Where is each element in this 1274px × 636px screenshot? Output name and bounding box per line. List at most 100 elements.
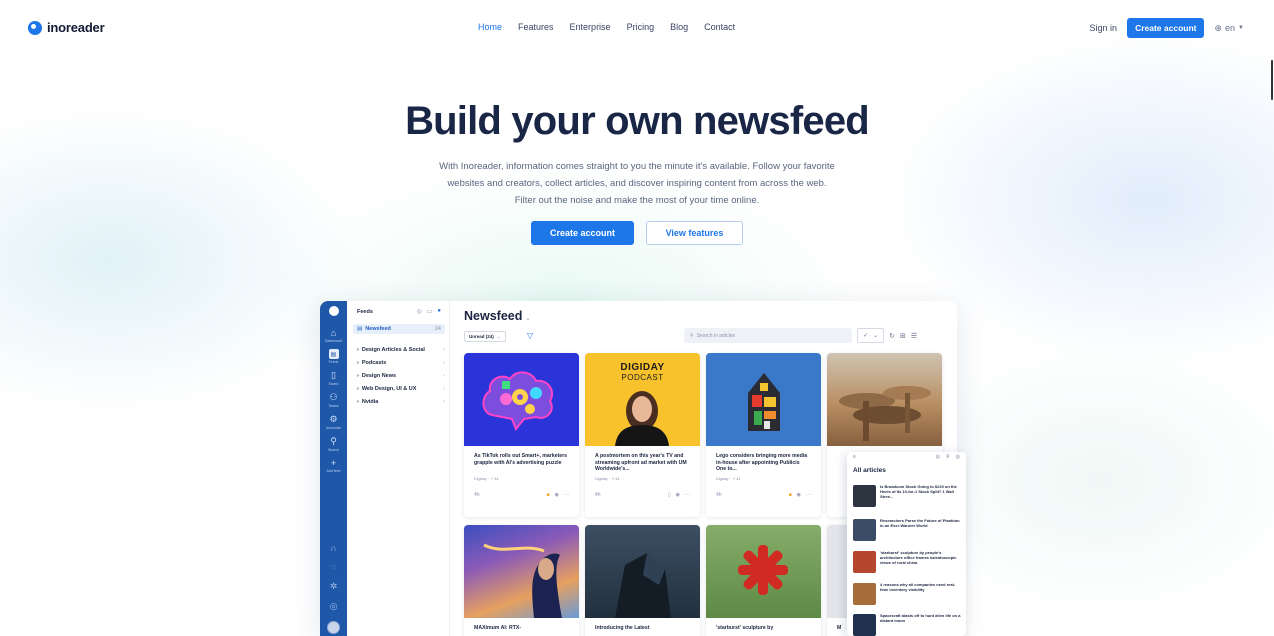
panel-icons: ◎ ⚲ ◎ xyxy=(936,454,960,460)
chevron-right-icon: › xyxy=(357,399,359,405)
nav-link-features[interactable]: Features xyxy=(518,22,554,32)
article-time: 4h xyxy=(474,492,480,498)
search-icon: ⚲ xyxy=(690,332,694,339)
chevron-right-icon: › xyxy=(357,360,359,366)
article-title: Researchers Parse the Future of Plankton… xyxy=(880,518,960,528)
headphones-icon[interactable]: ∩ xyxy=(330,543,336,553)
chevron-right-icon: › xyxy=(443,373,445,379)
feed-item-newsfeed[interactable]: ▤ Newsfeed 24 xyxy=(353,324,445,334)
article-card[interactable]: Introducing the Latest xyxy=(585,525,700,636)
feed-item[interactable]: › Nvidia › xyxy=(357,399,445,405)
rail-bottom: ∩ ◌ ✲ ◎ xyxy=(327,543,340,634)
feed-item[interactable]: › Design Articles & Social › xyxy=(357,347,445,353)
list-item[interactable]: 'starburst' sculpture by people's archit… xyxy=(853,550,961,577)
list-item[interactable]: 4 reasons why all companies need real-ti… xyxy=(853,582,961,609)
article-card[interactable]: 'starburst' sculpture by xyxy=(706,525,821,636)
info-icon[interactable]: ● xyxy=(437,308,441,315)
scrollbar-thumb[interactable] xyxy=(1271,60,1273,100)
feed-item[interactable]: › Design News › xyxy=(357,373,445,379)
view-toolbar: ✓ ⌄ ↻ ⊞ ☰ xyxy=(857,328,917,343)
logo-text: inoreader xyxy=(47,20,105,35)
feed-item[interactable]: › Podcasts › xyxy=(357,360,445,366)
article-title: A postmortem on this year's TV and strea… xyxy=(595,453,687,473)
search-input[interactable]: ⚲ Search in articles xyxy=(684,328,852,343)
article-footer: 4h ■ ◉ ··· xyxy=(464,482,579,498)
chevron-down-icon: ▼ xyxy=(1238,25,1244,31)
grid-view-icon[interactable]: ⊞ xyxy=(900,332,906,340)
list-item[interactable]: Researchers Parse the Future of Plankton… xyxy=(853,518,961,545)
chevron-down-icon: ⌄ xyxy=(496,333,501,339)
chevron-down-icon: ⌄ xyxy=(873,333,879,339)
read-later-icon[interactable]: ◉ xyxy=(555,492,559,498)
mark-read-button[interactable]: ✓ ⌄ xyxy=(857,328,885,343)
gear-icon[interactable]: ✲ xyxy=(330,581,338,592)
bookmark-icon[interactable]: ▯ xyxy=(668,492,671,498)
hero-title: Build your own newsfeed xyxy=(405,99,870,143)
article-title: Spacecraft blasts off to hunt alien life… xyxy=(880,613,961,623)
more-icon[interactable]: ··· xyxy=(685,492,690,498)
globe-icon: ⊕ xyxy=(1214,22,1223,33)
title-text: Newsfeed xyxy=(464,309,523,323)
settings-icon[interactable]: ◎ xyxy=(330,601,338,612)
nav-link-home[interactable]: Home xyxy=(478,22,502,32)
article-card[interactable]: DIGIDAY PODCAST A postmortem on this yea… xyxy=(585,353,700,517)
hero-subtitle: With Inoreader, information comes straig… xyxy=(439,161,835,206)
feed-label: Design News xyxy=(361,373,397,379)
search-icon[interactable]: ⚲ xyxy=(946,454,950,460)
more-icon[interactable]: ··· xyxy=(564,492,569,498)
hero-buttons: Create account View features xyxy=(0,221,1274,245)
create-account-button[interactable]: Create account xyxy=(531,221,634,245)
article-thumbnail xyxy=(853,614,876,636)
nav-link-enterprise[interactable]: Enterprise xyxy=(570,22,611,32)
article-title: Is Broadcom Stock Going to $220 on the H… xyxy=(880,484,957,499)
rail-item-feeds[interactable]: ▤ Feeds xyxy=(320,349,347,364)
create-account-nav-button[interactable]: Create account xyxy=(1127,18,1205,38)
nav-link-pricing[interactable]: Pricing xyxy=(627,22,655,32)
article-card[interactable]: As TikTok rolls out Smart+, marketers gr… xyxy=(464,353,579,517)
article-card[interactable]: Lego considers bringing more media in-ho… xyxy=(706,353,821,517)
refresh-icon[interactable]: ↻ xyxy=(889,332,895,340)
rail-item-search[interactable]: ⚲ Search xyxy=(320,436,347,452)
logo[interactable]: inoreader xyxy=(28,20,105,35)
folder-icon[interactable]: ▭ xyxy=(427,308,433,315)
nav-link-contact[interactable]: Contact xyxy=(704,22,735,32)
more-icon[interactable]: ··· xyxy=(806,492,811,498)
inoreader-logo-icon xyxy=(28,20,42,35)
language-code: en xyxy=(1225,23,1236,33)
rail-item-add-feed[interactable]: + Add feed xyxy=(320,458,347,473)
rail-item-automate[interactable]: ⚙ Automate xyxy=(320,414,347,430)
nav-link-blog[interactable]: Blog xyxy=(670,22,688,32)
rail-item-saved[interactable]: ▯ Saved xyxy=(320,370,347,386)
settings-icon[interactable]: ◎ xyxy=(956,454,960,460)
search-icon: ⚲ xyxy=(330,436,337,446)
bookmark-icon[interactable]: ■ xyxy=(547,492,550,498)
feed-item[interactable]: › Web Design, UI & UX › xyxy=(357,386,445,392)
sign-in-link[interactable]: Sign in xyxy=(1090,23,1118,33)
language-selector[interactable]: ⊕ en ▼ xyxy=(1214,23,1244,34)
article-thumbnail xyxy=(853,551,876,573)
article-title: MAXimum AI: RTX- xyxy=(474,625,522,631)
bookmark-icon[interactable]: ■ xyxy=(789,492,792,498)
bell-icon[interactable]: ◌ xyxy=(331,562,336,572)
automate-icon: ⚙ xyxy=(329,414,338,424)
list-item[interactable]: Spacecraft blasts off to hunt alien life… xyxy=(853,613,961,636)
rail-item-dashboard[interactable]: ⌂ Dashboard xyxy=(320,328,347,343)
rtx-render-illustration xyxy=(615,553,671,618)
unread-filter[interactable]: Unread (24) ⌄ xyxy=(464,331,506,342)
read-later-icon[interactable]: ◉ xyxy=(797,492,801,498)
list-item[interactable]: Is Broadcom Stock Going to $220 on the H… xyxy=(853,484,961,511)
rail-label: Teams xyxy=(328,404,339,408)
list-view-icon[interactable]: ☰ xyxy=(911,332,917,340)
article-thumbnail xyxy=(853,583,876,605)
avatar[interactable] xyxy=(327,621,340,634)
filter-icon[interactable]: ▽ xyxy=(527,331,533,340)
read-later-icon[interactable]: ◉ xyxy=(676,492,680,498)
newsfeed-title[interactable]: Newsfeed ⌄ xyxy=(464,309,530,323)
view-features-button[interactable]: View features xyxy=(646,221,743,245)
rail-item-teams[interactable]: ⚇ Teams xyxy=(320,392,347,408)
gear-icon[interactable]: ◎ xyxy=(416,308,421,315)
gear-icon[interactable]: ◎ xyxy=(936,454,940,460)
article-actions: ■ ◉ ··· xyxy=(789,492,811,498)
menu-icon[interactable]: ≡ xyxy=(853,454,856,460)
article-card[interactable]: MAXimum AI: RTX- xyxy=(464,525,579,636)
